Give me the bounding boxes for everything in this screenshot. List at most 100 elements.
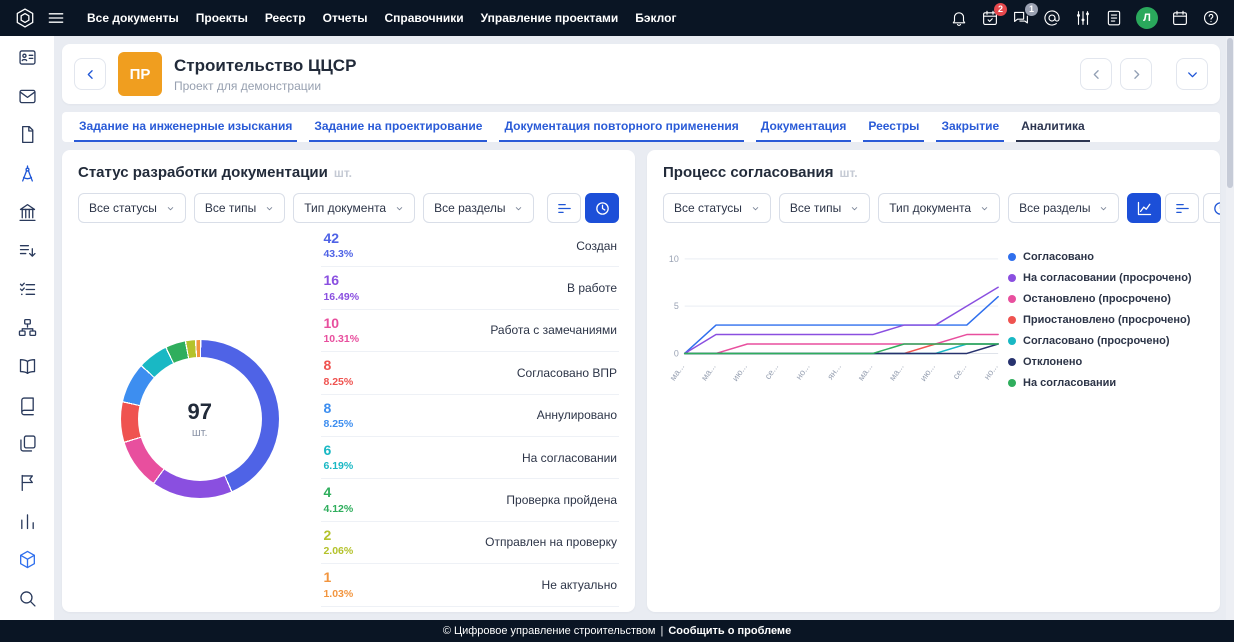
page-scrollbar-thumb[interactable] (1227, 38, 1233, 188)
filter-sections-dropdown[interactable]: Все разделы (423, 193, 534, 223)
chart-legend-item[interactable]: На согласовании (1008, 377, 1204, 389)
tab-item[interactable]: Реестры (863, 112, 924, 142)
chart-legend-item[interactable]: Остановлено (просрочено) (1008, 293, 1204, 305)
tab-item[interactable]: Задание на проектирование (309, 112, 487, 142)
sidebar-item-checklist[interactable] (17, 278, 38, 301)
sliders-icon (1074, 9, 1092, 27)
status-count: 8 (323, 358, 353, 373)
sidebar-item-copy[interactable] (17, 432, 38, 455)
chevron-down (1099, 204, 1108, 213)
legend-label: На согласовании (1023, 377, 1116, 389)
tab-item[interactable]: Задание на инженерные изыскания (74, 112, 297, 142)
page-scrollbar[interactable] (1226, 36, 1234, 620)
chart-legend-item[interactable]: На согласовании (просрочено) (1008, 272, 1204, 284)
legend-dot (1008, 358, 1016, 366)
chart-legend-item[interactable]: Согласовано (просрочено) (1008, 335, 1204, 347)
sidebar-item-search[interactable] (17, 587, 38, 610)
status-legend-row: 4243.3%Создан (321, 225, 619, 267)
filter-sections-dropdown[interactable]: Все разделы (1008, 193, 1119, 223)
footer-separator: | (660, 625, 663, 637)
expand-header-button[interactable] (1176, 58, 1208, 90)
sidebar-item-bar-chart[interactable] (17, 510, 38, 533)
filter-doc-type-dropdown[interactable]: Тип документа (878, 193, 1000, 223)
status-value-block: 11.03% (323, 570, 353, 599)
bar-chart-icon (17, 511, 38, 532)
clock-view-button[interactable] (1203, 193, 1220, 223)
approval-line-chart-wrap: 0510ма...ма...ию...се...но...ян...ма...м… (663, 247, 1008, 612)
sidebar-item-list-download[interactable] (17, 239, 38, 262)
calendar-button[interactable] (1171, 9, 1189, 27)
legend-dot (1008, 295, 1016, 303)
calendar-check-button[interactable]: 2 (981, 9, 999, 27)
tab-item[interactable]: Документация повторного применения (499, 112, 743, 142)
status-percent: 8.25% (323, 418, 353, 430)
back-button[interactable] (74, 58, 106, 90)
search-icon (17, 588, 38, 609)
sidebar-item-book[interactable] (17, 394, 38, 417)
sidebar-item-id-card[interactable] (17, 46, 38, 69)
sidebar-item-org-chart[interactable] (17, 316, 38, 339)
dropdown-label: Тип документа (304, 201, 386, 215)
status-label: Не актуально (532, 578, 617, 592)
bars-view-button[interactable] (547, 193, 581, 223)
sliders-button[interactable] (1074, 9, 1092, 27)
sidebar-item-cube[interactable] (17, 548, 38, 571)
line-chart-view-button[interactable] (1127, 193, 1161, 223)
legend-dot (1008, 274, 1016, 282)
hamburger-menu-icon[interactable] (46, 8, 66, 28)
filter-doc-type-dropdown[interactable]: Тип документа (293, 193, 415, 223)
approval-filters: Все статусы Все типы Тип документа Все разд… (663, 193, 1119, 223)
chevron-down (395, 204, 404, 213)
sidebar (0, 36, 54, 620)
bank-icon (17, 202, 38, 223)
status-value-block: 1010.31% (323, 316, 359, 345)
filter-types-dropdown[interactable]: Все типы (194, 193, 285, 223)
tab-item[interactable]: Документация (756, 112, 852, 142)
status-label: На согласовании (512, 451, 617, 465)
bell-button[interactable] (950, 9, 968, 27)
navbar-menu: Все документыПроектыРеестрОтчетыСправочн… (80, 7, 683, 29)
next-project-button[interactable] (1120, 58, 1152, 90)
report-button[interactable] (1105, 9, 1123, 27)
app-logo-icon[interactable] (14, 7, 36, 29)
filter-statuses-dropdown[interactable]: Все статусы (78, 193, 186, 223)
chart-legend-item[interactable]: Отклонено (1008, 356, 1204, 368)
tab-item[interactable]: Закрытие (936, 112, 1004, 142)
doc-status-chart-area: 97 шт. 4243.3%Создан1616.49%В работе1010… (78, 225, 619, 612)
doc-status-donut-col: 97 шт. (78, 225, 321, 612)
clock-view-button[interactable] (585, 193, 619, 223)
sidebar-item-mail[interactable] (17, 85, 38, 108)
nav-menu-item[interactable]: Управление проектами (474, 7, 626, 29)
bars-view-button[interactable] (1165, 193, 1199, 223)
nav-menu-item[interactable]: Проекты (189, 7, 255, 29)
status-value-block: 66.19% (323, 443, 353, 472)
mention-button[interactable] (1043, 9, 1061, 27)
messages-button[interactable]: 1 (1012, 9, 1030, 27)
dropdown-label: Все разделы (434, 201, 505, 215)
svg-text:10: 10 (669, 254, 679, 264)
sidebar-item-flag[interactable] (17, 471, 38, 494)
sidebar-item-file[interactable] (17, 123, 38, 146)
nav-menu-item[interactable]: Отчеты (316, 7, 375, 29)
legend-dot (1008, 253, 1016, 261)
nav-menu-item[interactable]: Справочники (377, 7, 470, 29)
sidebar-item-open-book[interactable] (17, 355, 38, 378)
approval-panel: Процесс согласования шт. Все статусыВсе … (647, 150, 1220, 612)
main-area: ПР Строительство ЦЦСР Проект для демонст… (54, 36, 1234, 620)
tab-item[interactable]: Аналитика (1016, 112, 1090, 142)
nav-menu-item[interactable]: Бэклог (628, 7, 683, 29)
nav-menu-item[interactable]: Все документы (80, 7, 186, 29)
help-icon (1202, 9, 1220, 27)
prev-project-button[interactable] (1080, 58, 1112, 90)
nav-menu-item[interactable]: Реестр (258, 7, 313, 29)
sidebar-item-bank[interactable] (17, 201, 38, 224)
sidebar-item-drafting-compass[interactable] (17, 162, 38, 185)
filter-statuses-dropdown[interactable]: Все статусы (663, 193, 771, 223)
report-problem-link[interactable]: Сообщить о проблеме (668, 625, 791, 637)
user-avatar[interactable]: Л (1136, 7, 1158, 29)
chart-legend-item[interactable]: Согласовано (1008, 251, 1204, 263)
dropdown-label: Все разделы (1019, 201, 1090, 215)
filter-types-dropdown[interactable]: Все типы (779, 193, 870, 223)
help-button[interactable] (1202, 9, 1220, 27)
chart-legend-item[interactable]: Приостановлено (просрочено) (1008, 314, 1204, 326)
